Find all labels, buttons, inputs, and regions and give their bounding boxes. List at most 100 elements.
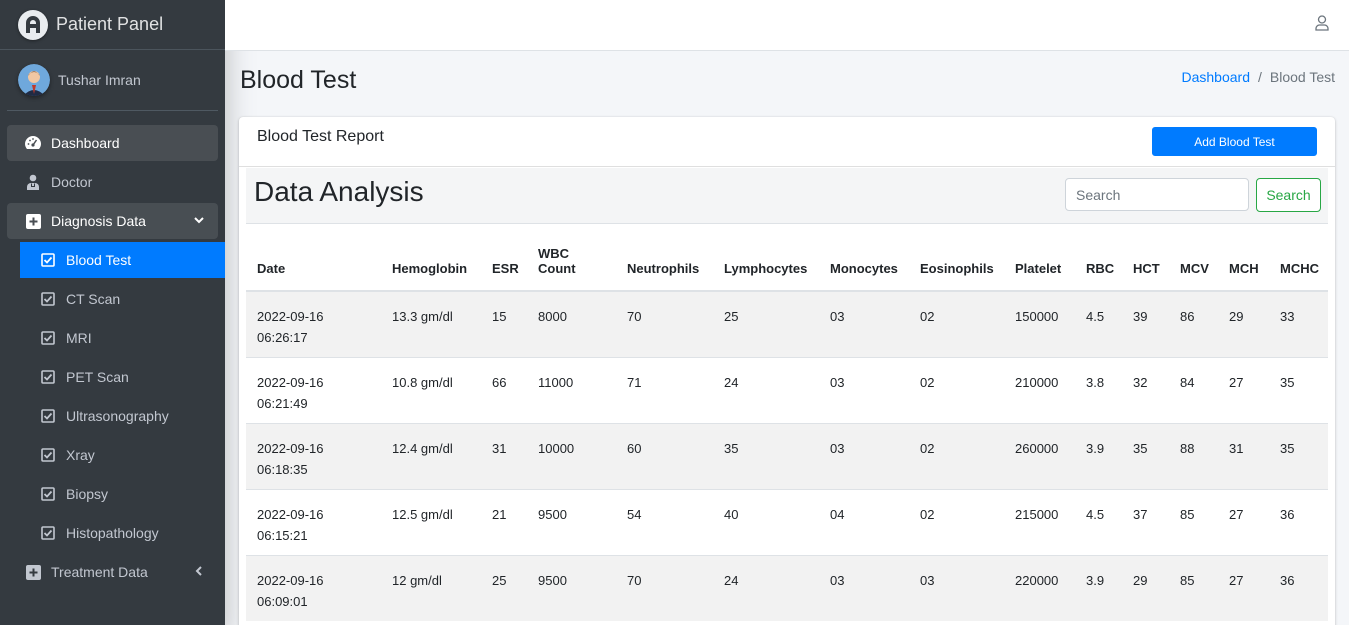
table-cell: 27 — [1218, 554, 1269, 621]
sidebar-item-ultrasonography[interactable]: Ultrasonography — [20, 398, 225, 434]
table-cell: 03 — [819, 422, 909, 489]
search-input[interactable] — [1065, 178, 1249, 211]
table-cell: 4.5 — [1075, 290, 1122, 357]
table-cell: 70 — [616, 554, 713, 621]
table-cell: 12 gm/dl — [381, 554, 481, 621]
table-cell: 2022-09-16 06:18:35 — [246, 422, 381, 489]
table-cell: 2022-09-16 06:21:49 — [246, 356, 381, 423]
table-cell: 3.8 — [1075, 356, 1122, 423]
analysis-title: Data Analysis — [254, 176, 424, 207]
table-cell: 33 — [1269, 290, 1328, 357]
sidebar-item-pet-scan[interactable]: PET Scan — [20, 359, 225, 395]
check-square-icon — [39, 524, 57, 542]
table-cell: 3.9 — [1075, 422, 1122, 489]
breadcrumb: Dashboard / Blood Test — [1181, 69, 1335, 85]
table-cell: 15 — [481, 290, 527, 357]
sidebar-item-doctor[interactable]: Doctor — [7, 164, 218, 200]
table-cell: 35 — [713, 422, 819, 489]
top-navbar — [225, 0, 1349, 51]
table-cell: 215000 — [1004, 488, 1075, 555]
table-cell: 86 — [1169, 290, 1218, 357]
table-cell: 88 — [1169, 422, 1218, 489]
column-header: MCHC — [1269, 224, 1328, 292]
column-header: Hemoglobin — [381, 224, 481, 292]
table-cell: 2022-09-16 06:09:01 — [246, 554, 381, 621]
table-row: 2022-09-16 06:18:35 12.4 gm/dl 31 10000 60 35… — [246, 422, 1328, 489]
table-cell: 03 — [909, 554, 1004, 621]
table-cell: 10000 — [527, 422, 616, 489]
sidebar-item-label: CT Scan — [66, 291, 121, 307]
sidebar-nav: Dashboard Doctor Diagnosis Data Blood Te… — [0, 111, 225, 590]
table-cell: 25 — [713, 290, 819, 357]
table-cell: 85 — [1169, 554, 1218, 621]
table-cell: 10.8 gm/dl — [381, 356, 481, 423]
table-header-row: Date Hemoglobin ESR WBC Count Neutrophils Lym… — [246, 224, 1328, 292]
check-square-icon — [39, 329, 57, 347]
table-cell: 2022-09-16 06:26:17 — [246, 290, 381, 357]
sidebar-item-label: PET Scan — [66, 369, 129, 385]
plus-square-icon — [24, 563, 42, 581]
brand-link[interactable]: Patient Panel — [0, 0, 225, 50]
table-cell: 54 — [616, 488, 713, 555]
table-cell: 60 — [616, 422, 713, 489]
brand-logo-icon — [18, 9, 48, 40]
check-square-icon — [39, 290, 57, 308]
sidebar-item-biopsy[interactable]: Biopsy — [20, 476, 225, 512]
check-square-icon — [39, 407, 57, 425]
add-blood-test-button[interactable]: Add Blood Test — [1152, 127, 1317, 156]
table-row: 2022-09-16 06:26:17 13.3 gm/dl 15 8000 70 25 0… — [246, 290, 1328, 357]
table-cell: 2022-09-16 06:15:21 — [246, 488, 381, 555]
table-cell: 35 — [1122, 422, 1169, 489]
table-cell: 35 — [1269, 422, 1328, 489]
table-cell: 21 — [481, 488, 527, 555]
check-square-icon — [39, 446, 57, 464]
table-cell: 4.5 — [1075, 488, 1122, 555]
column-header: Monocytes — [819, 224, 909, 292]
analysis-toolbar: Data Analysis Search — [246, 168, 1328, 224]
search-button[interactable]: Search — [1256, 178, 1321, 212]
sidebar-item-label: Diagnosis Data — [51, 213, 146, 229]
sidebar-item-xray[interactable]: Xray — [20, 437, 225, 473]
column-header: HCT — [1122, 224, 1169, 292]
table-cell: 150000 — [1004, 290, 1075, 357]
sidebar-item-label: Treatment Data — [51, 564, 148, 580]
table-cell: 03 — [819, 290, 909, 357]
check-square-icon — [39, 485, 57, 503]
column-header: Eosinophils — [909, 224, 1004, 292]
table-cell: 32 — [1122, 356, 1169, 423]
sidebar-item-label: Xray — [66, 447, 95, 463]
sidebar-item-blood-test[interactable]: Blood Test — [20, 242, 225, 278]
table-body: 2022-09-16 06:26:17 13.3 gm/dl 15 8000 70 25 0… — [246, 290, 1328, 621]
table-cell: 71 — [616, 356, 713, 423]
table-cell: 25 — [481, 554, 527, 621]
column-header: ESR — [481, 224, 527, 292]
table-cell: 12.4 gm/dl — [381, 422, 481, 489]
sidebar-item-label: Dashboard — [51, 135, 120, 151]
table-cell: 35 — [1269, 356, 1328, 423]
sidebar-item-dashboard[interactable]: Dashboard — [7, 125, 218, 161]
table-cell: 02 — [909, 488, 1004, 555]
sidebar-item-treatment-data[interactable]: Treatment Data — [7, 554, 218, 590]
sidebar-item-label: Doctor — [51, 174, 93, 190]
card-body: Data Analysis Search DateHemoglobinESRWB… — [246, 168, 1328, 621]
column-header: Neutrophils — [616, 224, 713, 292]
sidebar-item-diagnosis-data[interactable]: Diagnosis Data — [7, 203, 218, 239]
table-cell: 02 — [909, 290, 1004, 357]
column-header: MCV — [1169, 224, 1218, 292]
sidebar-item-mri[interactable]: MRI — [20, 320, 225, 356]
table-cell: 27 — [1218, 488, 1269, 555]
breadcrumb-dashboard-link[interactable]: Dashboard — [1181, 69, 1250, 85]
sidebar-item-histopathology[interactable]: Histopathology — [20, 515, 225, 551]
blood-test-card: Blood Test Report Add Blood Test Data An… — [239, 117, 1335, 625]
sidebar-item-label: Histopathology — [66, 525, 159, 541]
check-square-icon — [39, 368, 57, 386]
page-title: Blood Test — [240, 66, 357, 94]
chevron-left-icon — [193, 564, 205, 580]
user-icon[interactable] — [1315, 15, 1329, 36]
sidebar-item-label: Blood Test — [66, 252, 132, 268]
sidebar-item-ct-scan[interactable]: CT Scan — [20, 281, 225, 317]
table-cell: 24 — [713, 554, 819, 621]
table-cell: 220000 — [1004, 554, 1075, 621]
table-cell: 29 — [1218, 290, 1269, 357]
user-panel[interactable]: Tushar Imran — [7, 50, 218, 111]
